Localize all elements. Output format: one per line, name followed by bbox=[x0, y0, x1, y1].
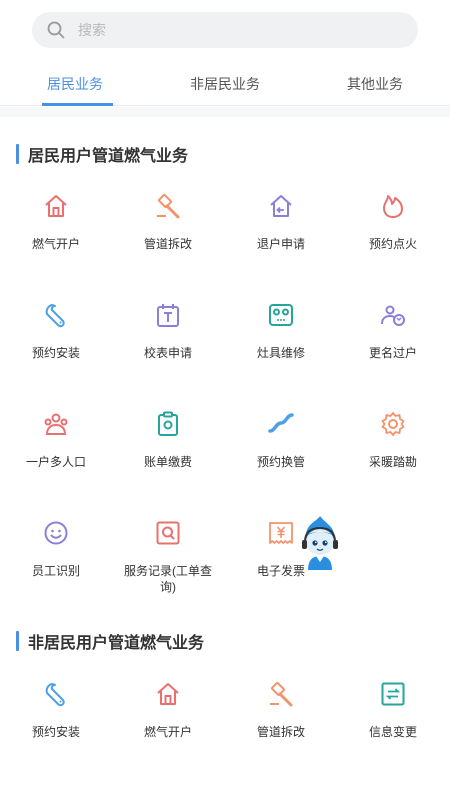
record-search-icon bbox=[154, 519, 182, 547]
service-item-smiley[interactable]: 员工识别 bbox=[0, 519, 112, 579]
clipboard-icon bbox=[154, 410, 182, 438]
gear-icon bbox=[379, 410, 407, 438]
service-item-label: 管道拆改 bbox=[256, 725, 305, 739]
tab-other[interactable]: 其他业务 bbox=[300, 62, 450, 105]
house-icon bbox=[154, 680, 182, 708]
search-icon bbox=[47, 21, 65, 39]
hammer-icon bbox=[267, 680, 295, 708]
service-item-label: 灶具维修 bbox=[256, 346, 305, 360]
wrench-icon bbox=[42, 680, 70, 708]
flame-icon bbox=[379, 192, 407, 220]
people-transfer-icon bbox=[379, 301, 407, 329]
house-icon bbox=[42, 192, 70, 220]
section-accent-bar bbox=[16, 144, 19, 164]
service-item-house[interactable]: 燃气开户 bbox=[0, 192, 112, 252]
service-item-label: 退户申请 bbox=[256, 237, 305, 251]
search-input[interactable] bbox=[78, 22, 378, 38]
service-item-wrench[interactable]: 预约安装 bbox=[0, 680, 112, 740]
section-title-text: 居民用户管道燃气业务 bbox=[28, 148, 189, 165]
tab-resident[interactable]: 居民业务 bbox=[0, 62, 150, 106]
tab-non-resident[interactable]: 非居民业务 bbox=[150, 62, 300, 105]
service-item-label: 一户多人口 bbox=[25, 455, 86, 469]
section-accent-bar bbox=[16, 631, 19, 651]
meter-calendar-icon bbox=[154, 301, 182, 329]
service-item-label: 预约换管 bbox=[256, 455, 305, 469]
service-item-meter-calendar[interactable]: 校表申请 bbox=[112, 301, 224, 361]
service-item-label: 校表申请 bbox=[143, 346, 192, 360]
service-item-pipe[interactable]: 预约换管 bbox=[225, 410, 337, 470]
service-item-clipboard[interactable]: 账单缴费 bbox=[112, 410, 224, 470]
section-title-text: 非居民用户管道燃气业务 bbox=[28, 635, 205, 652]
service-item-label: 更名过户 bbox=[368, 346, 417, 360]
service-item-hammer[interactable]: 管道拆改 bbox=[225, 680, 337, 740]
service-item-exchange[interactable]: 信息变更 bbox=[337, 680, 449, 740]
service-item-label: 账单缴费 bbox=[143, 455, 192, 469]
house-return-icon bbox=[267, 192, 295, 220]
service-item-label: 采暖踏勘 bbox=[368, 455, 417, 469]
business-tabs: 居民业务 非居民业务 其他业务 bbox=[0, 62, 450, 106]
stove-icon bbox=[267, 301, 295, 329]
service-item-label: 燃气开户 bbox=[143, 725, 192, 739]
wrench-icon bbox=[42, 301, 70, 329]
service-item-label: 管道拆改 bbox=[143, 237, 192, 251]
customer-service-mascot-icon[interactable] bbox=[296, 514, 344, 570]
service-item-people-transfer[interactable]: 更名过户 bbox=[337, 301, 449, 361]
service-item-family[interactable]: 一户多人口 bbox=[0, 410, 112, 470]
service-item-house-return[interactable]: 退户申请 bbox=[225, 192, 337, 252]
smiley-icon bbox=[42, 519, 70, 547]
service-item-label: 员工识别 bbox=[31, 564, 80, 578]
service-item-flame[interactable]: 预约点火 bbox=[337, 192, 449, 252]
invoice-icon bbox=[267, 519, 295, 547]
exchange-icon bbox=[379, 680, 407, 708]
search-bar[interactable] bbox=[32, 12, 418, 48]
family-icon bbox=[42, 410, 70, 438]
section-divider bbox=[0, 107, 450, 117]
service-item-gear[interactable]: 采暖踏勘 bbox=[337, 410, 449, 470]
service-item-label: 预约点火 bbox=[368, 237, 417, 251]
service-item-house[interactable]: 燃气开户 bbox=[112, 680, 224, 740]
section-title-non-resident: 非居民用户管道燃气业务 bbox=[16, 631, 205, 652]
section-title-resident: 居民用户管道燃气业务 bbox=[16, 144, 189, 165]
service-item-hammer[interactable]: 管道拆改 bbox=[112, 192, 224, 252]
service-item-label: 燃气开户 bbox=[31, 237, 80, 251]
hammer-icon bbox=[154, 192, 182, 220]
service-item-stove[interactable]: 灶具维修 bbox=[225, 301, 337, 361]
service-item-label: 信息变更 bbox=[368, 725, 417, 739]
service-item-label: 预约安装 bbox=[31, 725, 80, 739]
service-item-label: 服务记录(工单查询) bbox=[124, 564, 212, 594]
pipe-icon bbox=[267, 410, 295, 438]
service-item-label: 预约安装 bbox=[31, 346, 80, 360]
service-item-record-search[interactable]: 服务记录(工单查询) bbox=[112, 519, 224, 595]
service-item-wrench[interactable]: 预约安装 bbox=[0, 301, 112, 361]
